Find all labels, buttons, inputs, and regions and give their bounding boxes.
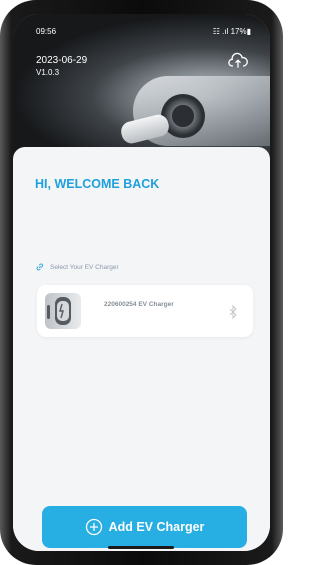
status-indicators: ☷ .ıl 17%▮ — [212, 27, 251, 36]
header-date: 2023-06-29 — [36, 55, 88, 66]
cloud-upload-icon[interactable] — [228, 52, 248, 70]
phone-frame: 09:56 ☷ .ıl 17%▮ 2023-06-29 V1.0.3 HI, W… — [0, 0, 283, 565]
charger-device-icon — [47, 297, 71, 325]
app-version: V1.0.3 — [36, 68, 60, 77]
status-time: 09:56 — [36, 27, 57, 36]
charger-thumbnail — [45, 293, 81, 329]
status-bar: 09:56 ☷ .ıl 17%▮ — [13, 14, 270, 40]
add-circle-icon — [85, 518, 102, 536]
home-indicator[interactable] — [108, 546, 174, 549]
add-ev-charger-label: Add EV Charger — [108, 520, 205, 534]
select-charger-label: Select Your EV Charger — [50, 263, 119, 271]
bluetooth-icon — [229, 305, 237, 319]
charger-name: 220600254 EV Charger — [104, 301, 174, 308]
link-icon — [36, 263, 44, 271]
add-ev-charger-button[interactable]: Add EV Charger — [42, 506, 247, 548]
app-screen: 09:56 ☷ .ıl 17%▮ 2023-06-29 V1.0.3 HI, W… — [13, 14, 270, 551]
charger-card[interactable]: 220600254 EV Charger — [37, 285, 253, 337]
main-card — [13, 147, 270, 551]
welcome-heading: HI, WELCOME BACK — [35, 177, 160, 191]
select-charger-row: Select Your EV Charger — [35, 262, 119, 272]
